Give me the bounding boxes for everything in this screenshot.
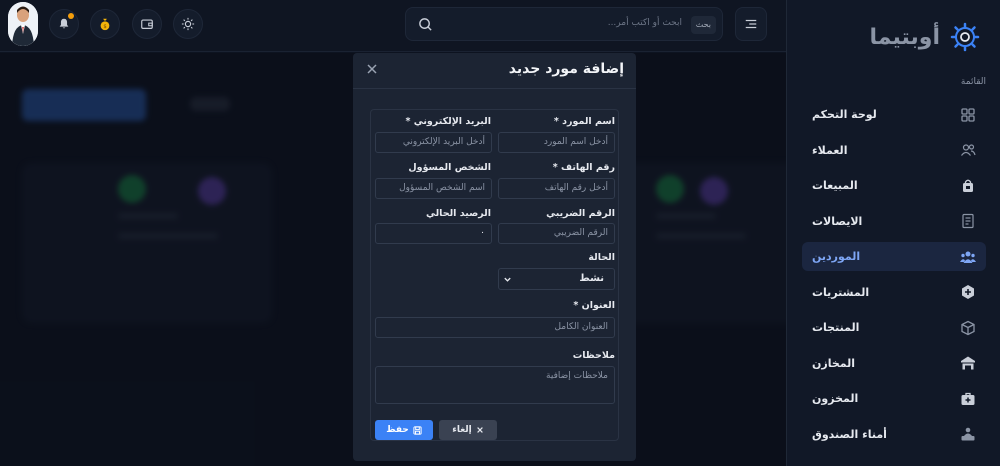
search-bar[interactable]: ابحث أو اكتب أمر... بحث <box>405 7 723 41</box>
sidebar-item-label: لوحة التحكم <box>812 108 877 121</box>
cancel-button[interactable]: إلغاء <box>439 420 497 440</box>
menu-icon <box>745 19 757 29</box>
sidebar-item-inventory[interactable]: المخزون <box>802 384 986 413</box>
notification-dot <box>68 13 74 19</box>
wallet-button[interactable] <box>132 9 162 39</box>
close-icon <box>476 427 483 433</box>
save-button-label: حفظ <box>386 425 409 435</box>
brand-logo-icon <box>950 22 980 52</box>
notes-label: ملاحظات <box>572 350 615 361</box>
balance-label: الرصيد الحالي <box>425 208 491 219</box>
sidebar-item-purchases[interactable]: المشتريات <box>802 278 986 307</box>
sidebar-item-products[interactable]: المنتجات <box>802 313 986 342</box>
purchase-box-icon <box>960 284 976 300</box>
avatar-image <box>8 2 38 46</box>
phone-label: رقم الهاتف * <box>552 162 615 173</box>
email-input[interactable]: أدخل البريد الإلكتروني <box>375 132 492 153</box>
rewards-button[interactable]: $ <box>90 9 120 39</box>
sidebar-item-cashiers[interactable]: أمناء الصندوق <box>802 420 986 449</box>
sidebar-item-label: الايصالات <box>812 214 863 228</box>
receipt-icon <box>960 213 976 229</box>
search-shortcut-badge: بحث <box>690 16 716 34</box>
tax-number-label: الرقم الضريبي <box>546 208 615 219</box>
menu-heading: القائمة <box>960 77 986 87</box>
search-placeholder: ابحث أو اكتب أمر... <box>607 18 682 28</box>
cashier-icon <box>960 426 976 442</box>
email-label: البريد الإلكتروني * <box>405 116 491 127</box>
sidebar: أوبتيما القائمة لوحة التحكم العملاء المب… <box>786 0 1000 466</box>
close-icon <box>367 64 377 74</box>
avatar[interactable] <box>8 2 38 46</box>
save-button[interactable]: حفظ <box>375 420 433 440</box>
cancel-button-label: إلغاء <box>452 425 472 435</box>
status-label: الحالة <box>588 252 615 263</box>
status-select[interactable]: نشط <box>498 268 615 290</box>
status-select-value: نشط <box>579 273 604 284</box>
shopping-bag-icon <box>960 178 976 194</box>
address-input[interactable]: العنوان الكامل <box>375 317 615 338</box>
sidebar-item-label: أمناء الصندوق <box>812 427 887 441</box>
notifications-button[interactable] <box>49 9 79 39</box>
sidebar-item-label: العملاء <box>812 143 848 157</box>
tax-number-input[interactable]: الرقم الضريبي <box>498 223 615 244</box>
grid-icon <box>960 107 976 123</box>
inventory-icon <box>960 391 976 407</box>
theme-toggle-button[interactable] <box>173 9 203 39</box>
chevron-down-icon <box>504 277 511 282</box>
sidebar-menu: لوحة التحكم العملاء المبيعات الايصالات ا… <box>802 100 986 455</box>
money-bag-icon: $ <box>100 18 110 31</box>
users-icon <box>960 142 976 158</box>
brand-name: أوبتيما <box>869 24 940 50</box>
supplier-name-label: اسم المورد * <box>553 116 615 127</box>
sidebar-item-label: المشتريات <box>812 285 870 299</box>
supplier-form: اسم المورد * أدخل اسم المورد البريد الإل… <box>370 109 619 441</box>
contact-person-input[interactable]: اسم الشخص المسؤول <box>375 178 492 199</box>
sidebar-item-label: الموردين <box>812 250 861 263</box>
sidebar-item-label: المنتجات <box>812 321 860 334</box>
sidebar-item-receipts[interactable]: الايصالات <box>802 207 986 236</box>
notes-textarea[interactable]: ملاحظات إضافية <box>375 366 615 404</box>
sidebar-item-label: المخزون <box>812 392 859 405</box>
save-icon <box>413 425 422 435</box>
address-label: العنوان * <box>573 300 615 311</box>
sidebar-item-suppliers[interactable]: الموردين <box>802 242 986 271</box>
cube-icon <box>960 320 976 336</box>
close-button[interactable] <box>365 62 379 76</box>
top-bar: $ ابحث أو اكتب أمر... بحث <box>0 0 786 52</box>
dialog-header: إضافة مورد جديد <box>353 53 636 89</box>
phone-input[interactable]: أدخل رقم الهاتف <box>498 178 615 199</box>
balance-input[interactable]: ٠ <box>375 223 492 244</box>
sidebar-item-sales[interactable]: المبيعات <box>802 171 986 200</box>
brand[interactable]: أوبتيما <box>870 22 980 52</box>
sidebar-item-customers[interactable]: العملاء <box>802 136 986 165</box>
contact-person-label: الشخص المسؤول <box>408 162 491 173</box>
supplier-name-input[interactable]: أدخل اسم المورد <box>498 132 615 153</box>
sidebar-toggle-button[interactable] <box>735 7 767 41</box>
warehouse-icon <box>960 355 976 371</box>
sidebar-item-label: المخازن <box>812 356 856 370</box>
svg-text:$: $ <box>103 24 106 30</box>
sun-icon <box>181 17 195 31</box>
wallet-icon <box>141 19 153 29</box>
add-supplier-dialog: إضافة مورد جديد اسم المورد * أدخل اسم ال… <box>353 53 636 461</box>
sidebar-item-dashboard[interactable]: لوحة التحكم <box>802 100 986 129</box>
suppliers-icon <box>960 249 976 265</box>
bell-icon <box>59 18 69 29</box>
search-icon <box>419 18 432 31</box>
dialog-title: إضافة مورد جديد <box>508 61 624 77</box>
sidebar-item-warehouses[interactable]: المخازن <box>802 349 986 378</box>
sidebar-item-label: المبيعات <box>812 179 858 192</box>
